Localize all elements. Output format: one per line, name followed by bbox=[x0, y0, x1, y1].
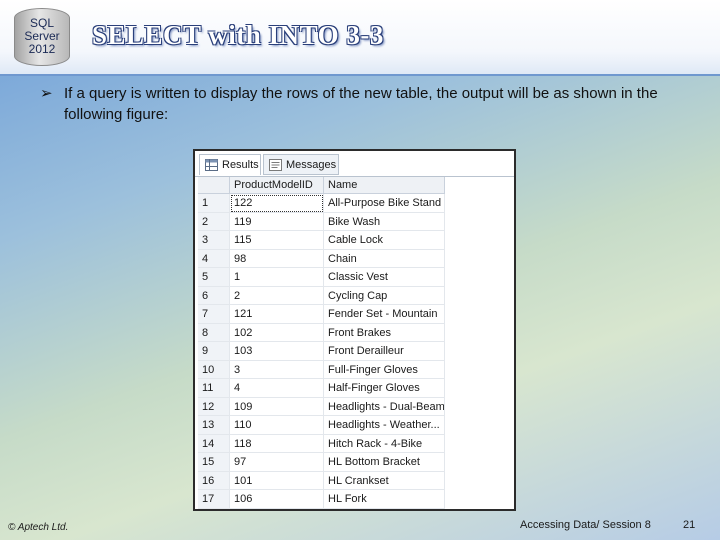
table-row[interactable]: 5 1 Classic Vest bbox=[198, 268, 445, 287]
tab-messages[interactable]: Messages bbox=[263, 154, 339, 175]
cell-name[interactable]: Front Derailleur bbox=[324, 342, 445, 361]
cell-productmodelid[interactable]: 106 bbox=[230, 490, 324, 509]
cell-productmodelid[interactable]: 110 bbox=[230, 416, 324, 435]
row-number: 5 bbox=[198, 268, 230, 287]
page-number: 21 bbox=[683, 519, 696, 531]
cell-productmodelid[interactable]: 4 bbox=[230, 379, 324, 398]
table-row[interactable]: 9 103 Front Derailleur bbox=[198, 342, 445, 361]
cell-name[interactable]: Cycling Cap bbox=[324, 286, 445, 305]
row-number: 4 bbox=[198, 249, 230, 268]
tab-messages-label: Messages bbox=[286, 159, 337, 171]
tab-results[interactable]: Results bbox=[199, 154, 261, 175]
results-tab-bar: Results Messages bbox=[195, 151, 514, 177]
table-row[interactable]: 8 102 Front Brakes bbox=[198, 323, 445, 342]
cell-name[interactable]: Classic Vest bbox=[324, 268, 445, 287]
cell-productmodelid[interactable]: 102 bbox=[230, 323, 324, 342]
bullet-point: ➢ If a query is written to display the r… bbox=[40, 83, 700, 125]
cell-productmodelid[interactable]: 3 bbox=[230, 360, 324, 379]
cell-productmodelid[interactable]: 98 bbox=[230, 249, 324, 268]
row-number: 13 bbox=[198, 416, 230, 435]
column-header-productmodelid[interactable]: ProductModelID bbox=[230, 177, 324, 194]
table-row[interactable]: 17 106 HL Fork bbox=[198, 490, 445, 509]
table-row[interactable]: 13 110 Headlights - Weather... bbox=[198, 416, 445, 435]
slide-header: SQL Server 2012 SELECT with INTO 3-3 bbox=[0, 0, 720, 76]
cell-productmodelid[interactable]: 2 bbox=[230, 286, 324, 305]
row-number-header bbox=[198, 177, 230, 194]
table-row[interactable]: 15 97 HL Bottom Bracket bbox=[198, 453, 445, 472]
cell-productmodelid[interactable]: 97 bbox=[230, 453, 324, 472]
row-number: 7 bbox=[198, 305, 230, 324]
row-number: 8 bbox=[198, 323, 230, 342]
table-row[interactable]: 3 115 Cable Lock bbox=[198, 231, 445, 250]
cell-name[interactable]: HL Crankset bbox=[324, 471, 445, 490]
cell-name[interactable]: Headlights - Dual-Beam bbox=[324, 397, 445, 416]
copyright-text: © Aptech Ltd. bbox=[8, 522, 69, 533]
row-number: 15 bbox=[198, 453, 230, 472]
cell-name[interactable]: HL Fork bbox=[324, 490, 445, 509]
cell-name[interactable]: Half-Finger Gloves bbox=[324, 379, 445, 398]
table-row[interactable]: 14 118 Hitch Rack - 4-Bike bbox=[198, 434, 445, 453]
arrow-bullet-icon: ➢ bbox=[40, 85, 53, 102]
cell-productmodelid[interactable]: 109 bbox=[230, 397, 324, 416]
table-row[interactable]: 10 3 Full-Finger Gloves bbox=[198, 360, 445, 379]
cell-productmodelid[interactable]: 101 bbox=[230, 471, 324, 490]
row-number: 17 bbox=[198, 490, 230, 509]
slide-title: SELECT with INTO 3-3 bbox=[92, 20, 384, 50]
cell-productmodelid[interactable]: 119 bbox=[230, 212, 324, 231]
table-row[interactable]: 6 2 Cycling Cap bbox=[198, 286, 445, 305]
cell-name[interactable]: Full-Finger Gloves bbox=[324, 360, 445, 379]
cell-name[interactable]: HL Bottom Bracket bbox=[324, 453, 445, 472]
cell-name[interactable]: Bike Wash bbox=[324, 212, 445, 231]
cell-name[interactable]: Front Brakes bbox=[324, 323, 445, 342]
cell-productmodelid[interactable]: 121 bbox=[230, 305, 324, 324]
table-row[interactable]: 7 121 Fender Set - Mountain bbox=[198, 305, 445, 324]
table-row[interactable]: 1 122 All-Purpose Bike Stand bbox=[198, 194, 445, 213]
cell-productmodelid[interactable]: 118 bbox=[230, 434, 324, 453]
row-number: 10 bbox=[198, 360, 230, 379]
table-row[interactable]: 12 109 Headlights - Dual-Beam bbox=[198, 397, 445, 416]
logo-line-3: 2012 bbox=[28, 42, 56, 56]
row-number: 6 bbox=[198, 286, 230, 305]
cell-productmodelid[interactable]: 1 bbox=[230, 268, 324, 287]
grid-icon bbox=[205, 159, 218, 171]
cell-productmodelid[interactable]: 122 bbox=[230, 194, 324, 213]
row-number: 14 bbox=[198, 434, 230, 453]
table-row[interactable]: 2 119 Bike Wash bbox=[198, 212, 445, 231]
table-row[interactable]: 16 101 HL Crankset bbox=[198, 471, 445, 490]
results-screenshot: Results Messages ProductModelID Name 1 12… bbox=[193, 149, 516, 511]
session-text: Accessing Data/ Session 8 bbox=[520, 519, 651, 531]
sql-server-logo: SQL Server 2012 bbox=[14, 8, 70, 66]
row-number: 1 bbox=[198, 194, 230, 213]
cell-name[interactable]: Cable Lock bbox=[324, 231, 445, 250]
cell-name[interactable]: Hitch Rack - 4-Bike bbox=[324, 434, 445, 453]
cell-name[interactable]: Chain bbox=[324, 249, 445, 268]
tab-results-label: Results bbox=[222, 159, 259, 171]
cell-productmodelid[interactable]: 115 bbox=[230, 231, 324, 250]
row-number: 11 bbox=[198, 379, 230, 398]
table-row[interactable]: 4 98 Chain bbox=[198, 249, 445, 268]
column-header-name[interactable]: Name bbox=[324, 177, 445, 194]
table-row[interactable]: 11 4 Half-Finger Gloves bbox=[198, 379, 445, 398]
row-number: 16 bbox=[198, 471, 230, 490]
row-number: 9 bbox=[198, 342, 230, 361]
bullet-text: If a query is written to display the row… bbox=[64, 85, 658, 123]
row-number: 3 bbox=[198, 231, 230, 250]
cell-name[interactable]: Fender Set - Mountain bbox=[324, 305, 445, 324]
messages-icon bbox=[269, 159, 282, 171]
row-number: 12 bbox=[198, 397, 230, 416]
cell-name[interactable]: All-Purpose Bike Stand bbox=[324, 194, 445, 213]
cell-name[interactable]: Headlights - Weather... bbox=[324, 416, 445, 435]
cell-productmodelid[interactable]: 103 bbox=[230, 342, 324, 361]
row-number: 2 bbox=[198, 212, 230, 231]
